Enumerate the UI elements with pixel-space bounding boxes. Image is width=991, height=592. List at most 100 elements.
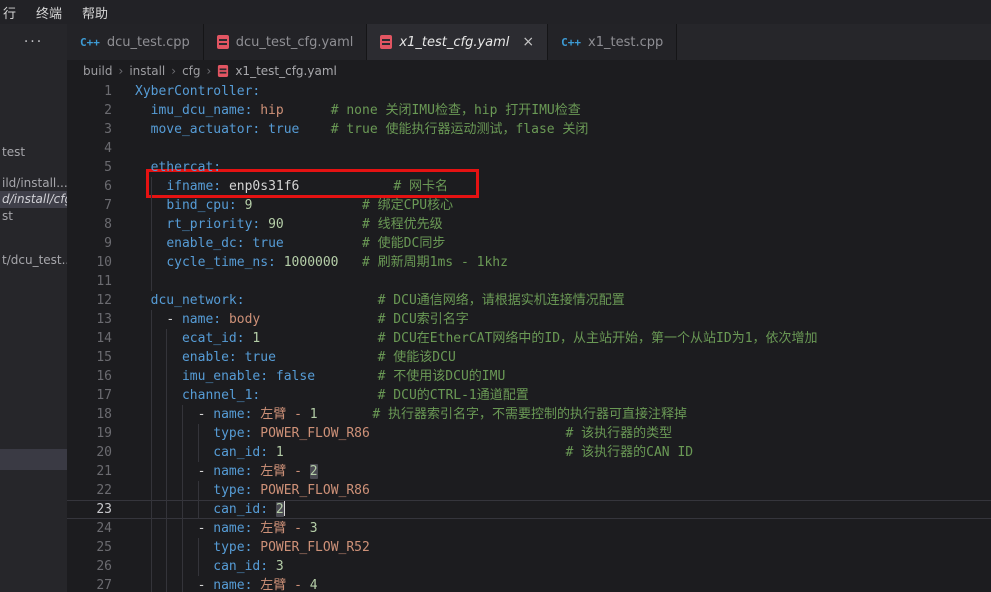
sidebar-item[interactable]: test [0,144,67,161]
code-token [339,255,362,270]
code-line[interactable]: 14 ecat_id: 1 # DCU在EtherCAT网络中的ID，从主站开始… [67,329,991,348]
indent-guide [151,405,152,424]
close-icon[interactable]: × [522,34,534,50]
code-token [135,426,213,441]
code-line[interactable]: 5 ethercat: [67,158,991,177]
code-token [252,198,362,213]
line-number: 10 [67,253,112,272]
code-line[interactable]: 23 can_id: 2 [67,500,991,519]
code-line[interactable]: 1XyberController: [67,82,991,101]
tab-dcu_test_cfg.yaml[interactable]: dcu_test_cfg.yaml [204,24,368,60]
code-line[interactable]: 18 - name: 左臂 - 1 # 执行器索引名字，不需要控制的执行器可直接… [67,405,991,424]
code-line[interactable]: 12 dcu_network: # DCU通信网络，请根据实机连接情况配置 [67,291,991,310]
breadcrumb-separator-icon: › [207,64,212,78]
more-actions-icon[interactable]: ··· [24,37,43,47]
code-line[interactable]: 17 channel_1: # DCU的CTRL-1通道配置 [67,386,991,405]
code-token: POWER_FLOW_R52 [260,540,370,555]
code-line[interactable]: 20 can_id: 1 # 该执行器的CAN ID [67,443,991,462]
code-line[interactable]: 16 imu_enable: false # 不使用该DCU的IMU [67,367,991,386]
indent-guide [151,253,152,272]
breadcrumb-segment[interactable]: install [129,64,165,78]
breadcrumb-segment[interactable]: build [83,64,113,78]
code-line[interactable]: 11 [67,272,991,291]
tab-x1_test_cfg.yaml[interactable]: x1_test_cfg.yaml × [367,24,548,60]
code-token: type: [213,483,252,498]
code-token [135,160,151,175]
indent-guide [151,215,152,234]
breadcrumb[interactable]: build›install›cfg›x1_test_cfg.yaml [67,60,991,82]
code-line[interactable]: 2 imu_dcu_name: hip # none 关闭IMU检查，hip 打… [67,101,991,120]
yaml-file-icon [218,65,228,77]
code-token: enable: [182,350,237,365]
code-line[interactable]: 15 enable: true # 使能该DCU [67,348,991,367]
tab-label: dcu_test.cpp [107,35,190,50]
code-token [276,255,284,270]
code-token [135,122,151,137]
sidebar-selection-block[interactable] [0,449,67,470]
sidebar-item[interactable]: t/dcu_test... [0,252,67,269]
code-token [268,559,276,574]
line-number: 16 [67,367,112,386]
code-token: true [268,122,299,137]
code-line[interactable]: 7 bind_cpu: 9 # 绑定CPU核心 [67,196,991,215]
indent-guide [166,405,167,424]
sidebar-item[interactable]: d/install/cfg [0,191,67,208]
code-token: # 网卡名 [393,179,448,194]
indent-guide [198,500,199,519]
code-token [284,103,331,118]
menu-item-帮助[interactable]: 帮助 [82,3,108,22]
indent-guide [182,538,183,557]
code-line[interactable]: 3 move_actuator: true # true 使能执行器运动测试，f… [67,120,991,139]
breadcrumb-separator-icon: › [119,64,124,78]
line-number: 9 [67,234,112,253]
code-token [315,369,378,384]
code-line[interactable]: 19 type: POWER_FLOW_R86 # 该执行器的类型 [67,424,991,443]
line-number: 23 [67,500,112,519]
code-line[interactable]: 27 - name: 左臂 - 4 [67,576,991,592]
code-token: ifname: [166,179,221,194]
code-line[interactable]: 10 cycle_time_ns: 1000000 # 刷新周期1ms - 1k… [67,253,991,272]
breadcrumb-segment[interactable]: cfg [182,64,200,78]
indent-guide [166,462,167,481]
code-token [299,122,330,137]
indent-guide [182,462,183,481]
menu-item-行[interactable]: 行 [3,3,16,22]
code-token: # 刷新周期1ms - 1khz [362,255,508,270]
tab-dcu_test.cpp[interactable]: C++dcu_test.cpp [67,24,204,60]
code-line[interactable]: 9 enable_dc: true # 使能DC同步 [67,234,991,253]
code-token: cycle_time_ns: [166,255,276,270]
breadcrumb-file[interactable]: x1_test_cfg.yaml [235,64,337,78]
code-token: hip [260,103,283,118]
code-token: - [198,521,214,536]
line-number: 18 [67,405,112,424]
code-token [260,388,377,403]
code-token: type: [213,426,252,441]
menu-item-终端[interactable]: 终端 [36,3,62,22]
code-token: 2 [276,502,284,517]
code-line[interactable]: 4 [67,139,991,158]
indent-guide [151,310,152,329]
code-token [268,502,276,517]
indent-guide [166,576,167,592]
code-token [260,331,377,346]
code-line[interactable]: 24 - name: 左臂 - 3 [67,519,991,538]
code-line[interactable]: 22 type: POWER_FLOW_R86 [67,481,991,500]
line-number: 13 [67,310,112,329]
indent-guide [151,481,152,500]
code-line[interactable]: 13 - name: body # DCU索引名字 [67,310,991,329]
sidebar-item[interactable]: ild/install... [0,175,67,192]
code-line[interactable]: 26 can_id: 3 [67,557,991,576]
code-line[interactable]: 21 - name: 左臂 - 2 [67,462,991,481]
code-line[interactable]: 25 type: POWER_FLOW_R52 [67,538,991,557]
code-token: # 执行器索引名字，不需要控制的执行器可直接注释掉 [372,407,687,422]
code-token [135,103,151,118]
tab-label: x1_test_cfg.yaml [399,35,509,50]
code-line[interactable]: 6 ifname: enp0s31f6 # 网卡名 [67,177,991,196]
sidebar-item[interactable]: st [0,208,67,225]
menu-bar: 行 终端 帮助 [0,0,991,24]
line-number: 19 [67,424,112,443]
code-line[interactable]: 8 rt_priority: 90 # 线程优先级 [67,215,991,234]
code-token: imu_dcu_name: [151,103,253,118]
tab-x1_test.cpp[interactable]: C++x1_test.cpp [548,24,677,60]
code-token [260,122,268,137]
